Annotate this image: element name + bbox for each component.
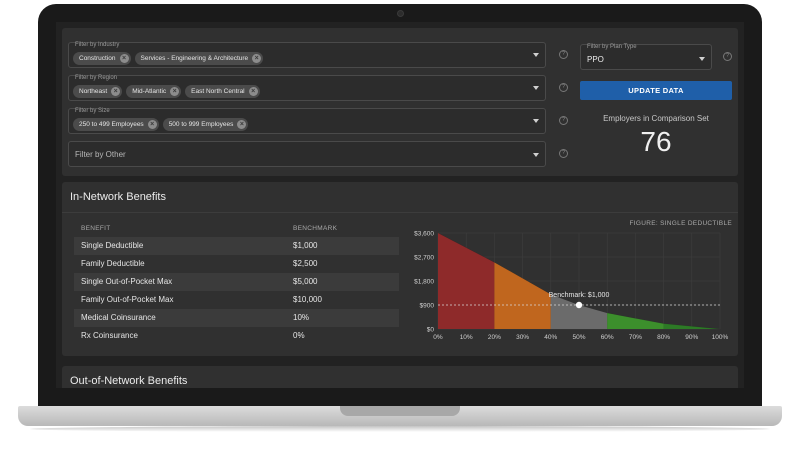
benefit-name: Single Deductible [81,241,144,250]
chip-remove-icon[interactable]: × [237,120,247,129]
x-tick-label: 20% [488,334,501,341]
x-tick-label: 30% [516,334,529,341]
chip-label: Construction [79,55,116,62]
filter-chip[interactable]: East North Central × [185,85,260,98]
laptop-shadow [30,426,770,432]
benefit-name: Family Deductible [81,259,145,268]
chip-remove-icon[interactable]: × [111,87,121,96]
single-deductible-chart: FIGURE: SINGLE DEDUCTIBLE $3,600 $2,700 $1,… [414,220,733,341]
table-row[interactable]: Single Out-of-Pocket Max $5,000 [74,273,399,291]
x-tick-label: 60% [601,334,614,341]
table-row[interactable]: Rx Coinsurance 0% [74,327,399,345]
size-filter[interactable]: Filter by Size 250 to 499 Employees × 500… [68,108,546,134]
chip-label: East North Central [191,88,245,95]
camera-icon [397,10,404,17]
filter-chip[interactable]: Services - Engineering & Architecture × [134,52,264,65]
chip-remove-icon[interactable]: × [170,87,180,96]
x-tick-label: 0% [433,334,443,341]
x-tick-label: 100% [712,334,729,341]
region-filter-label: Filter by Region [75,75,118,81]
size-filter-label: Filter by Size [75,108,110,114]
comparison-label: Employers in Comparison Set [603,114,709,123]
benchmark-value: 10% [293,313,310,322]
x-tick-label: 40% [544,334,557,341]
chevron-down-icon[interactable] [533,86,539,90]
benchmark-label: Benchmark: $1,000 [549,292,610,299]
x-tick-label: 50% [572,334,585,341]
x-tick-label: 70% [629,334,642,341]
app-screen: Filter by Industry Construction × Service… [56,22,744,388]
plan-type-label: Filter by Plan Type [587,44,637,50]
y-tick-label: $2,700 [414,255,434,262]
benchmark-marker [575,301,583,309]
benchmark-value: $5,000 [293,277,318,286]
table-row[interactable]: Single Deductible $1,000 [74,237,399,255]
chip-label: Northeast [79,88,108,95]
other-filter-placeholder: Filter by Other [75,150,126,159]
filter-chip[interactable]: Construction × [73,52,131,65]
chip-remove-icon[interactable]: × [248,87,258,96]
benefit-name: Rx Coinsurance [81,331,138,340]
industry-filter[interactable]: Filter by Industry Construction × Service… [68,42,546,68]
y-tick-label: $900 [420,303,435,310]
help-icon[interactable]: ? [559,116,568,125]
chip-label: 500 to 999 Employees [168,121,234,128]
filter-panel: Filter by Industry Construction × Service… [62,28,738,176]
out-of-network-panel: Out-of-Network Benefits [62,366,738,388]
chevron-down-icon[interactable] [533,153,539,157]
chevron-down-icon[interactable] [533,119,539,123]
industry-filter-label: Filter by Industry [75,42,120,48]
region-filter[interactable]: Filter by Region Northeast × Mid-Atlantic… [68,75,546,101]
benefit-name: Family Out-of-Pocket Max [81,295,174,304]
help-icon[interactable]: ? [559,83,568,92]
benchmark-value: $1,000 [293,241,318,250]
filter-chip[interactable]: Mid-Atlantic × [126,85,182,98]
comparison-count: 76 [640,126,672,157]
chevron-down-icon[interactable] [699,57,705,61]
benefit-name: Medical Coinsurance [81,313,156,322]
benchmark-value: $2,500 [293,259,318,268]
benchmark-value: 0% [293,331,305,340]
other-filter[interactable]: Filter by Other [68,141,546,167]
benefit-header: BENEFIT [81,225,111,232]
y-tick-label: $1,800 [414,279,434,286]
in-network-title: In-Network Benefits [70,191,166,203]
filter-chip[interactable]: Northeast × [73,85,123,98]
table-row[interactable]: Family Out-of-Pocket Max $10,000 [74,291,399,309]
chip-label: Mid-Atlantic [132,88,167,95]
y-tick-label: $3,600 [414,231,434,238]
benchmark-header: BENCHMARK [293,225,338,232]
chip-label: 250 to 499 Employees [79,121,144,128]
laptop-base-notch [340,406,460,416]
plan-type-value: PPO [587,55,604,64]
out-of-network-title: Out-of-Network Benefits [70,375,188,387]
table-row[interactable]: Family Deductible $2,500 [74,255,399,273]
chip-remove-icon[interactable]: × [119,54,129,63]
chip-remove-icon[interactable]: × [147,120,157,129]
benchmark-value: $10,000 [293,295,322,304]
chip-label: Services - Engineering & Architecture [140,55,249,62]
help-icon[interactable]: ? [723,52,732,61]
section-divider [62,212,738,213]
table-row[interactable]: Medical Coinsurance 10% [74,309,399,327]
x-tick-label: 80% [657,334,670,341]
x-tick-label: 10% [460,334,473,341]
filter-chip[interactable]: 500 to 999 Employees × [162,118,249,131]
update-data-button[interactable]: UPDATE DATA [580,81,732,100]
plan-type-select[interactable]: Filter by Plan Type PPO [580,44,712,70]
chart-title: FIGURE: SINGLE DEDUCTIBLE [630,220,733,227]
help-icon[interactable]: ? [559,149,568,158]
help-icon[interactable]: ? [559,50,568,59]
filter-chip[interactable]: 250 to 499 Employees × [73,118,159,131]
benefit-name: Single Out-of-Pocket Max [81,277,173,286]
y-tick-label: $0 [427,327,435,334]
chip-remove-icon[interactable]: × [252,54,262,63]
x-tick-label: 90% [685,334,698,341]
chevron-down-icon[interactable] [533,53,539,57]
in-network-panel: In-Network Benefits BENEFIT BENCHMARK Si… [62,182,738,356]
